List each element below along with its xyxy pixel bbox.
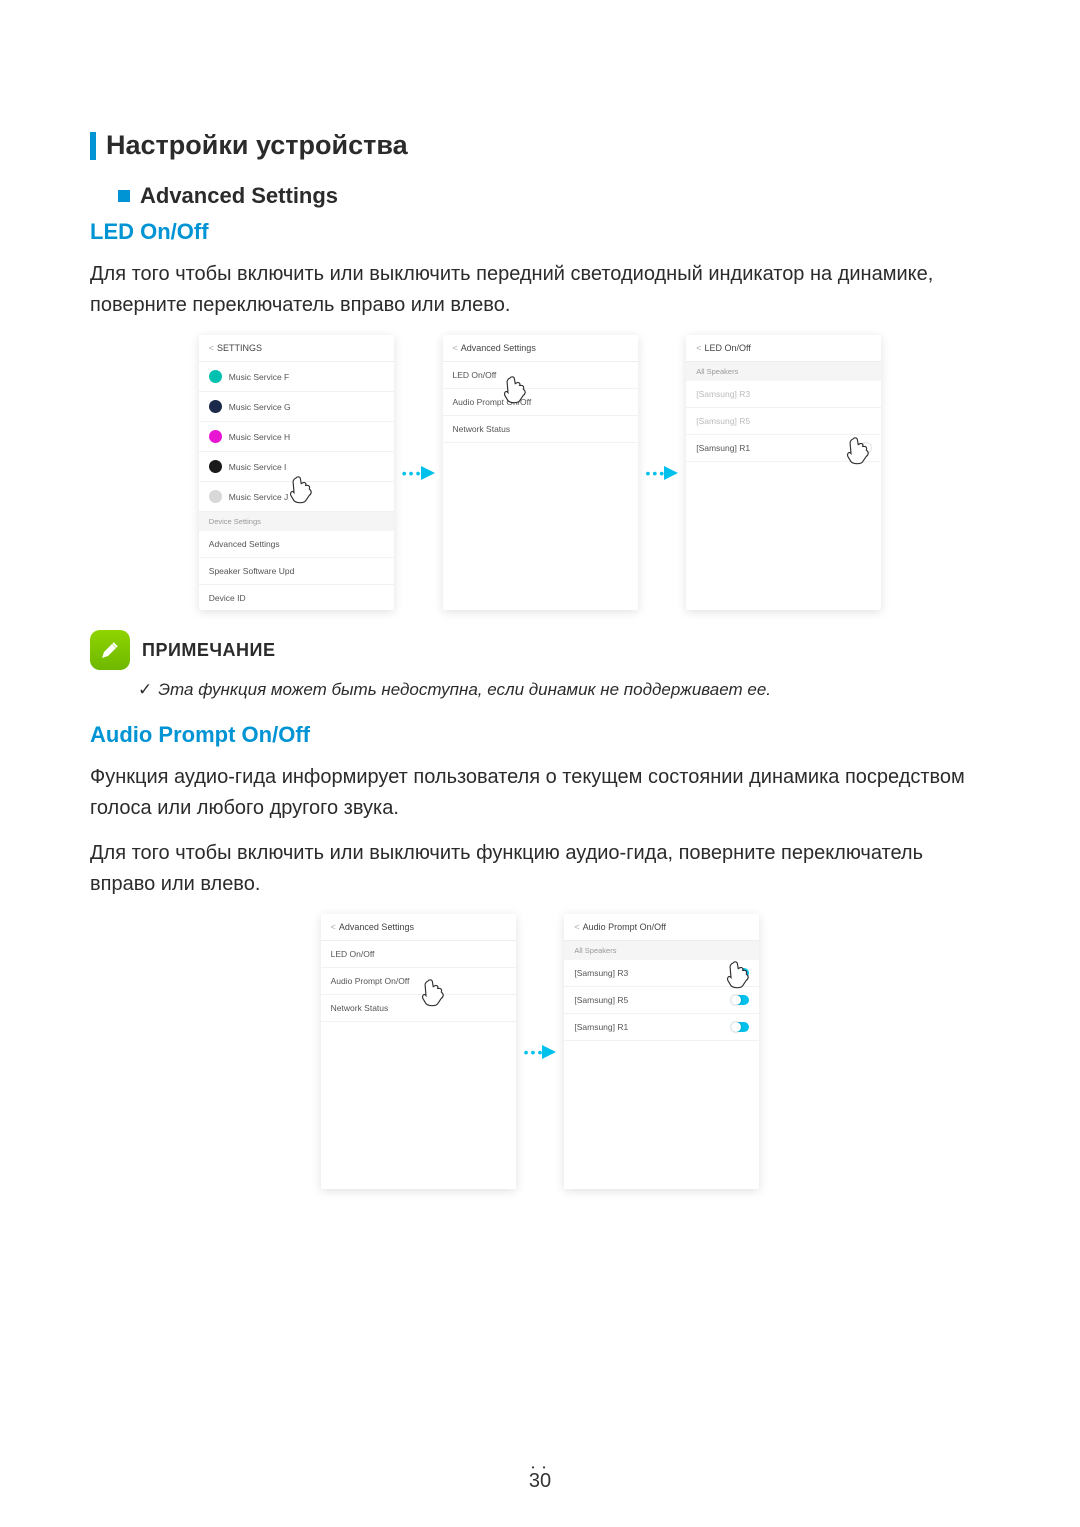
note-icon [90, 630, 130, 670]
screenshot-header: <LED On/Off [686, 335, 881, 362]
list-item-label: [Samsung] R1 [574, 1022, 731, 1032]
list-item-label: Music Service H [229, 432, 384, 442]
arrow-right-icon: ••• [402, 465, 435, 481]
screenshot-audio: <Audio Prompt On/Off All Speakers [Samsu… [564, 914, 759, 1189]
heading-1-text: Настройки устройства [106, 130, 408, 161]
screenshot-header: <Advanced Settings [443, 335, 638, 362]
list-item-label: [Samsung] R3 [574, 968, 731, 978]
list-item-label: Speaker Software Upd [209, 566, 384, 576]
hand-pointer-icon [722, 956, 758, 992]
list-item: [Samsung] R1 [564, 1014, 759, 1041]
chevron-left-icon: < [209, 343, 214, 353]
heading-1: Настройки устройства [90, 130, 990, 161]
list-item: [Samsung] R5 [686, 408, 881, 435]
hand-pointer-icon [842, 432, 878, 468]
list-item-label: Music Service F [229, 372, 384, 382]
page-number: • • 30 [0, 1463, 1080, 1493]
list-item: Music Service G [199, 392, 394, 422]
screenshot-row-2: <Advanced Settings LED On/OffAudio Promp… [90, 914, 990, 1189]
service-dot-icon [209, 400, 222, 413]
hand-pointer-icon [499, 371, 535, 407]
section-body-audio-1: Функция аудио-гида информирует пользоват… [90, 762, 990, 824]
screenshot-header: < Audio Prompt On/Off [564, 914, 759, 941]
note-body: ✓ Эта функция может быть недоступна, если… [90, 680, 990, 700]
list-item: Music Service H [199, 422, 394, 452]
list-item-label: Music Service G [229, 402, 384, 412]
toggle-switch[interactable] [731, 1022, 749, 1032]
note-body-text: Эта функция может быть недоступна, если … [158, 680, 771, 699]
screenshot-header-label: Advanced Settings [339, 922, 414, 932]
list-item-label: [Samsung] R5 [696, 416, 871, 426]
list-item-label: LED On/Off [331, 949, 506, 959]
list-item: Music Service F [199, 362, 394, 392]
chevron-left-icon: < [574, 922, 579, 932]
screenshot-advanced: <Advanced Settings LED On/Off Audio Promp… [443, 335, 638, 610]
screenshot-row-1: <SETTINGS Music Service FMusic Service G… [90, 335, 990, 610]
list-item-label: LED On/Off [453, 370, 628, 380]
list-item-label: [Samsung] R3 [696, 389, 871, 399]
list-item: [Samsung] R3 [686, 381, 881, 408]
screenshot-header-label: Advanced Settings [461, 343, 536, 353]
section-header: All Speakers [686, 362, 881, 381]
list-item: Speaker Software Upd [199, 558, 394, 585]
list-item-label: Network Status [453, 424, 628, 434]
screenshot-advanced-2: <Advanced Settings LED On/OffAudio Promp… [321, 914, 516, 1189]
chevron-left-icon: < [696, 343, 701, 353]
note-title: ПРИМЕЧАНИЕ [142, 640, 275, 661]
list-item: Network Status [443, 416, 638, 443]
note-block: ПРИМЕЧАНИЕ [90, 630, 990, 670]
list-item-label: Music Service I [229, 462, 384, 472]
section-header: Device Settings [199, 512, 394, 531]
heading-square-icon [118, 190, 130, 202]
checkmark-icon: ✓ [138, 680, 152, 699]
arrow-right-icon: ••• [524, 1044, 557, 1060]
page-number-value: 30 [529, 1470, 551, 1492]
service-dot-icon [209, 430, 222, 443]
service-dot-icon [209, 370, 222, 383]
section-body-audio-2: Для того чтобы включить или выключить фу… [90, 838, 990, 900]
list-item: Device ID [199, 585, 394, 610]
heading-bar-icon [90, 132, 96, 160]
list-item-label: Audio Prompt On/Off [453, 397, 628, 407]
list-item-label: Advanced Settings [209, 539, 384, 549]
heading-2: Advanced Settings [90, 183, 990, 209]
service-dot-icon [209, 460, 222, 473]
arrow-right-icon: ••• [646, 465, 679, 481]
hand-pointer-icon [285, 471, 321, 507]
service-dot-icon [209, 490, 222, 503]
screenshot-header-label: LED On/Off [704, 343, 750, 353]
chevron-left-icon: < [453, 343, 458, 353]
screenshot-header-label: Audio Prompt On/Off [583, 922, 666, 932]
screenshot-header: <SETTINGS [199, 335, 394, 362]
list-item: LED On/Off [443, 362, 638, 389]
screenshot-header-label: SETTINGS [217, 343, 262, 353]
chevron-left-icon: < [331, 922, 336, 932]
screenshot-header: <Advanced Settings [321, 914, 516, 941]
screenshot-led: <LED On/Off All Speakers [Samsung] R3 [Sa… [686, 335, 881, 610]
list-item: LED On/Off [321, 941, 516, 968]
section-title-led: LED On/Off [90, 219, 990, 245]
section-body-led: Для того чтобы включить или выключить пе… [90, 259, 990, 321]
screenshot-settings: <SETTINGS Music Service F Music Service G… [199, 335, 394, 610]
list-item-label: [Samsung] R5 [574, 995, 731, 1005]
section-title-audio: Audio Prompt On/Off [90, 722, 990, 748]
toggle-switch[interactable] [731, 995, 749, 1005]
hand-pointer-icon [417, 974, 453, 1010]
heading-2-text: Advanced Settings [140, 183, 338, 209]
list-item: Advanced Settings [199, 531, 394, 558]
list-item-label: [Samsung] R1 [696, 443, 853, 453]
list-item: Audio Prompt On/Off [443, 389, 638, 416]
list-item-label: Device ID [209, 593, 384, 603]
